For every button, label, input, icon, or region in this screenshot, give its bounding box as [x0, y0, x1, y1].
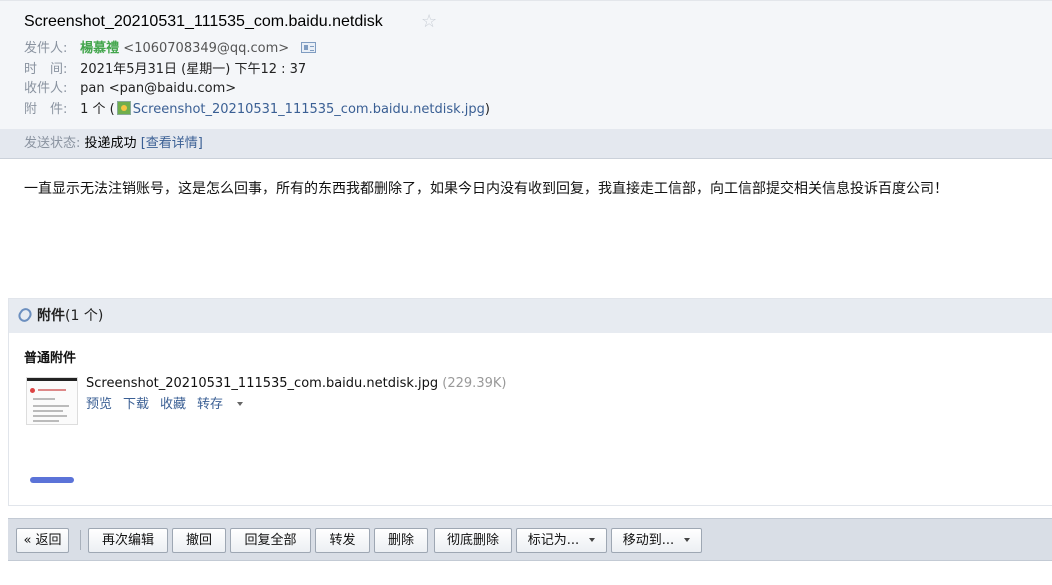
attachment-file-name[interactable]: Screenshot_20210531_111535_com.baidu.net… [86, 376, 438, 391]
delete-button[interactable]: 删除 [374, 528, 428, 553]
star-icon[interactable]: ☆ [421, 12, 437, 32]
time-value: 2021年5月31日 (星期一) 下午12 : 37 [80, 62, 307, 77]
favorite-link[interactable]: 收藏 [160, 397, 186, 412]
delivery-status-bar: 发送状态: 投递成功 [查看详情] [0, 129, 1052, 159]
mail-header: Screenshot_20210531_111535_com.baidu.net… [0, 0, 1052, 129]
attachment-section-title: 普通附件 [24, 351, 77, 366]
to-label: 收件人: [24, 81, 68, 96]
mark-as-label: 标记为... [527, 533, 580, 548]
edit-again-button[interactable]: 再次编辑 [88, 528, 168, 553]
move-to-dropdown[interactable]: 移动到... [611, 528, 702, 553]
attachment-row: 附 件: 1 个 ( Screenshot_20210531_111535_com… [24, 100, 490, 120]
toolbar-divider [80, 530, 81, 550]
delete-permanently-button[interactable]: 彻底删除 [434, 528, 512, 553]
to-row: 收件人: pan <pan@baidu.com> [24, 79, 236, 99]
attachment-thumbnail[interactable] [26, 377, 78, 425]
download-link[interactable]: 下载 [123, 397, 149, 412]
save-to-label: 转存 [197, 397, 224, 412]
status-details-link[interactable]: [查看详情] [141, 136, 203, 151]
mail-subject: Screenshot_20210531_111535_com.baidu.net… [24, 13, 383, 30]
status-value: 投递成功 [84, 136, 137, 151]
delivery-status: 发送状态: 投递成功 [查看详情] [24, 134, 203, 154]
sender-name[interactable]: 楊慕禮 [80, 41, 119, 56]
thumbnail-button-shape [30, 477, 74, 483]
attachment-panel-count: (1 个) [65, 308, 104, 324]
chevron-down-icon [589, 538, 596, 542]
time-label: 时 间: [24, 62, 68, 77]
preview-link[interactable]: 预览 [86, 397, 112, 412]
attachment-panel-header: 附件(1 个) [9, 299, 1052, 333]
contact-card-icon[interactable] [301, 42, 317, 53]
attachment-panel-title: 附件 [37, 308, 65, 324]
from-label: 发件人: [24, 41, 68, 56]
mail-body: 一直显示无法注销账号，这是怎么回事，所有的东西我都删除了，如果今日内没有收到回复… [24, 181, 948, 197]
action-toolbar: « 返回 再次编辑 撤回 回复全部 转发 删除 彻底删除 标记为... 移动到.… [8, 518, 1052, 561]
time-row: 时 间: 2021年5月31日 (星期一) 下午12 : 37 [24, 60, 306, 80]
attachment-actions: 预览 下载 收藏 转存 [86, 395, 254, 415]
mark-as-dropdown[interactable]: 标记为... [516, 528, 607, 553]
save-to-link[interactable]: 转存 [197, 397, 244, 412]
back-button[interactable]: « 返回 [16, 528, 69, 553]
chevron-down-icon [684, 538, 691, 542]
image-file-icon [116, 101, 131, 115]
attachment-file-size: (229.39K) [442, 376, 507, 391]
attachment-link[interactable]: Screenshot_20210531_111535_com.baidu.net… [133, 102, 485, 117]
chevron-down-icon [237, 402, 244, 406]
sender-address: <1060708349@qq.com> [123, 41, 290, 56]
attachment-count: 1 个 ( [80, 102, 115, 117]
to-value[interactable]: pan <pan@baidu.com> [80, 81, 236, 96]
attachment-label: 附 件: [24, 102, 68, 117]
reply-all-button[interactable]: 回复全部 [230, 528, 311, 553]
from-row: 发件人: 楊慕禮 <1060708349@qq.com> [24, 39, 317, 59]
recall-button[interactable]: 撤回 [172, 528, 226, 553]
paperclip-icon [16, 305, 34, 325]
attachment-close-paren: ) [484, 102, 490, 117]
move-to-label: 移动到... [622, 533, 675, 548]
attachment-file-row: Screenshot_20210531_111535_com.baidu.net… [86, 374, 506, 394]
attachment-panel: 附件(1 个) 普通附件 Screenshot_20210531_111535_… [8, 298, 1052, 506]
forward-button[interactable]: 转发 [315, 528, 370, 553]
status-label: 发送状态: [24, 136, 81, 151]
